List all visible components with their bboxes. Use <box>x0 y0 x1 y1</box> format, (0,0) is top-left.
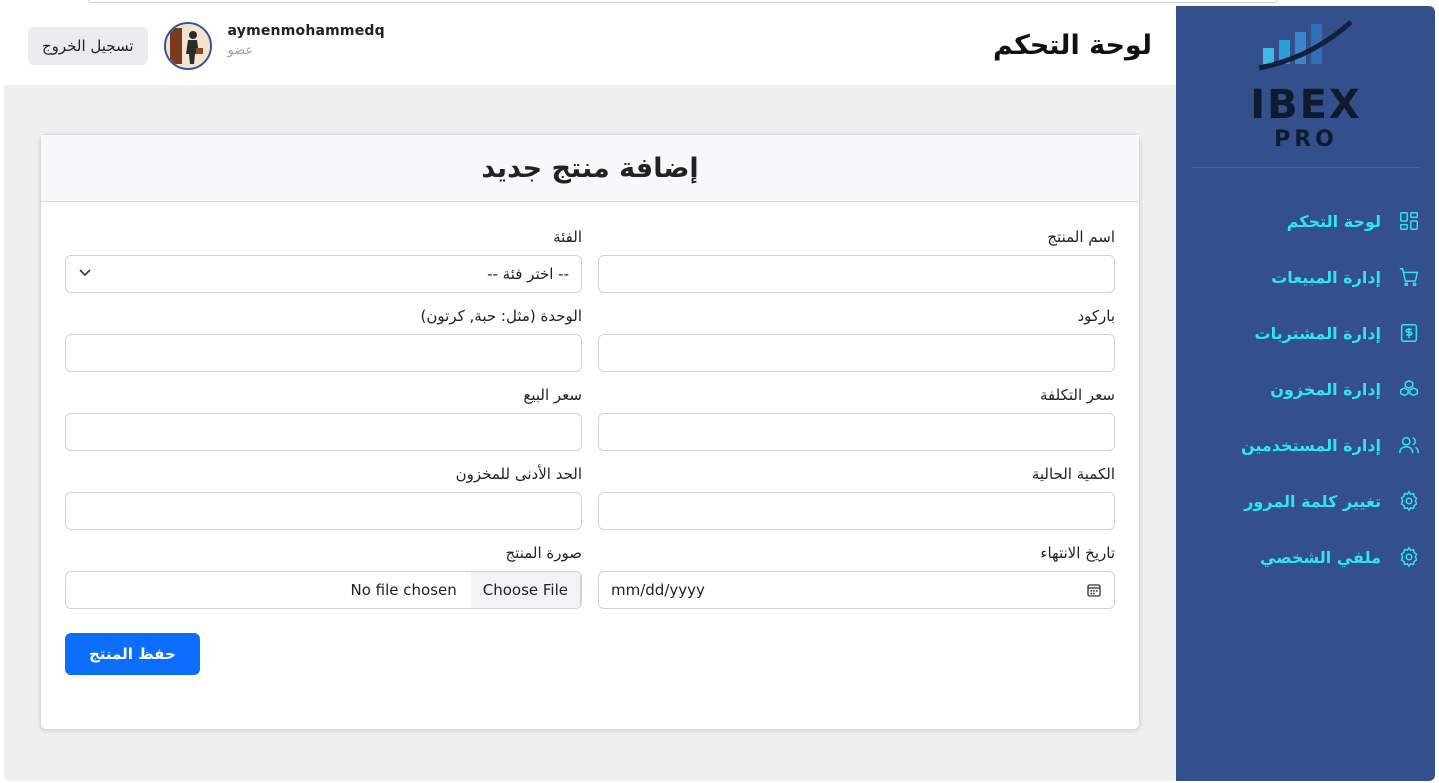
sidebar-item-label: تغيير كلمة المرور <box>1244 491 1381 511</box>
avatar-person-icon <box>165 23 210 68</box>
gear-icon <box>1397 545 1421 569</box>
sidebar: IBEX PRO لوحة التحكم إدارة المبيعات إدار… <box>1176 6 1435 781</box>
sale-price-label: سعر البيع <box>523 386 582 404</box>
avatar[interactable] <box>163 21 212 70</box>
expiry-date-input[interactable]: mm/dd/yyyy <box>598 571 1115 609</box>
add-product-form: اسم المنتج الفئة -- اختر فئة -- باركود ا… <box>41 202 1139 699</box>
barcode-input[interactable] <box>598 334 1115 372</box>
username: aymenmohammedq <box>227 23 385 39</box>
cost-price-input[interactable] <box>598 413 1115 451</box>
user-area: تسجيل الخروج aymenmohammedq عضو <box>28 21 385 70</box>
user-role: عضو <box>227 43 254 58</box>
browser-address-bar-edge <box>88 0 1278 3</box>
expiry-date-label: تاريخ الانتهاء <box>1040 544 1115 562</box>
calendar-icon[interactable] <box>1086 582 1102 598</box>
sidebar-item-purchases[interactable]: إدارة المشتريات <box>1206 305 1421 361</box>
logo-main-text: IBEX <box>1251 82 1361 128</box>
sidebar-item-sales[interactable]: إدارة المبيعات <box>1206 249 1421 305</box>
cost-price-field: سعر التكلفة <box>598 386 1115 451</box>
sidebar-item-label: لوحة التحكم <box>1286 211 1381 231</box>
sidebar-item-change-password[interactable]: تغيير كلمة المرور <box>1206 473 1421 529</box>
sidebar-item-dashboard[interactable]: لوحة التحكم <box>1206 193 1421 249</box>
product-name-input[interactable] <box>598 255 1115 293</box>
sidebar-item-inventory[interactable]: إدارة المخزون <box>1206 361 1421 417</box>
main-area: لوحة التحكم تسجيل الخروج aymenmohammedq … <box>4 6 1176 781</box>
chevron-down-icon <box>78 265 92 283</box>
sidebar-item-label: ملفي الشخصي <box>1260 547 1381 567</box>
product-name-label: اسم المنتج <box>1047 228 1115 246</box>
unit-label: الوحدة (مثل: حبة, كرتون) <box>420 307 582 325</box>
dashboard-icon <box>1397 209 1421 233</box>
sidebar-item-users[interactable]: إدارة المستخدمين <box>1206 417 1421 473</box>
min-stock-label: الحد الأدنى للمخزون <box>455 465 582 483</box>
category-select[interactable]: -- اختر فئة -- <box>65 255 582 293</box>
expiry-date-field: تاريخ الانتهاء mm/dd/yyyy <box>598 544 1115 609</box>
unit-input[interactable] <box>65 334 582 372</box>
sale-price-field: سعر البيع <box>65 386 582 451</box>
category-field: الفئة -- اختر فئة -- <box>65 228 582 293</box>
product-image-field: صورة المنتج No file chosen Choose File <box>65 544 582 609</box>
barcode-label: باركود <box>1077 307 1115 325</box>
date-placeholder: mm/dd/yyyy <box>611 581 705 599</box>
logo-chart-icon: IBEX PRO <box>1251 20 1361 146</box>
current-quantity-label: الكمية الحالية <box>1031 465 1115 483</box>
unit-field: الوحدة (مثل: حبة, كرتون) <box>65 307 582 372</box>
add-product-card: إضافة منتج جديد اسم المنتج الفئة -- اختر… <box>40 134 1140 730</box>
sidebar-item-profile[interactable]: ملفي الشخصي <box>1206 529 1421 585</box>
min-stock-field: الحد الأدنى للمخزون <box>65 465 582 530</box>
category-label: الفئة <box>553 228 582 246</box>
gear-icon <box>1397 489 1421 513</box>
page-title: لوحة التحكم <box>992 30 1152 61</box>
sidebar-item-label: إدارة المبيعات <box>1271 267 1381 287</box>
barcode-field: باركود <box>598 307 1115 372</box>
category-selected-value: -- اختر فئة -- <box>487 265 569 283</box>
sidebar-item-label: إدارة المشتريات <box>1254 323 1381 343</box>
sidebar-item-label: إدارة المستخدمين <box>1240 435 1381 455</box>
cart-icon <box>1397 265 1421 289</box>
dollar-doc-icon <box>1397 321 1421 345</box>
logo-sub-text: PRO <box>1274 127 1338 146</box>
product-image-label: صورة المنتج <box>505 544 582 562</box>
boxes-icon <box>1397 377 1421 401</box>
brand-logo[interactable]: IBEX PRO <box>1192 18 1419 168</box>
sale-price-input[interactable] <box>65 413 582 451</box>
user-info: aymenmohammedq عضو <box>228 23 385 58</box>
logout-button[interactable]: تسجيل الخروج <box>28 26 148 65</box>
content-area: إضافة منتج جديد اسم المنتج الفئة -- اختر… <box>4 85 1176 730</box>
current-quantity-input[interactable] <box>598 492 1115 530</box>
choose-file-button[interactable]: Choose File <box>470 572 581 608</box>
product-image-file-input[interactable]: No file chosen Choose File <box>65 571 582 609</box>
sidebar-nav: لوحة التحكم إدارة المبيعات إدارة المشتري… <box>1176 168 1435 585</box>
product-name-field: اسم المنتج <box>598 228 1115 293</box>
app-window: IBEX PRO لوحة التحكم إدارة المبيعات إدار… <box>4 6 1435 781</box>
current-quantity-field: الكمية الحالية <box>598 465 1115 530</box>
file-status-text: No file chosen <box>350 581 457 599</box>
users-icon <box>1397 433 1421 457</box>
sidebar-item-label: إدارة المخزون <box>1270 379 1381 399</box>
min-stock-input[interactable] <box>65 492 582 530</box>
save-product-button[interactable]: حفظ المنتج <box>65 633 200 675</box>
card-title: إضافة منتج جديد <box>41 135 1139 202</box>
cost-price-label: سعر التكلفة <box>1040 386 1115 404</box>
top-header: لوحة التحكم تسجيل الخروج aymenmohammedq … <box>4 6 1176 85</box>
